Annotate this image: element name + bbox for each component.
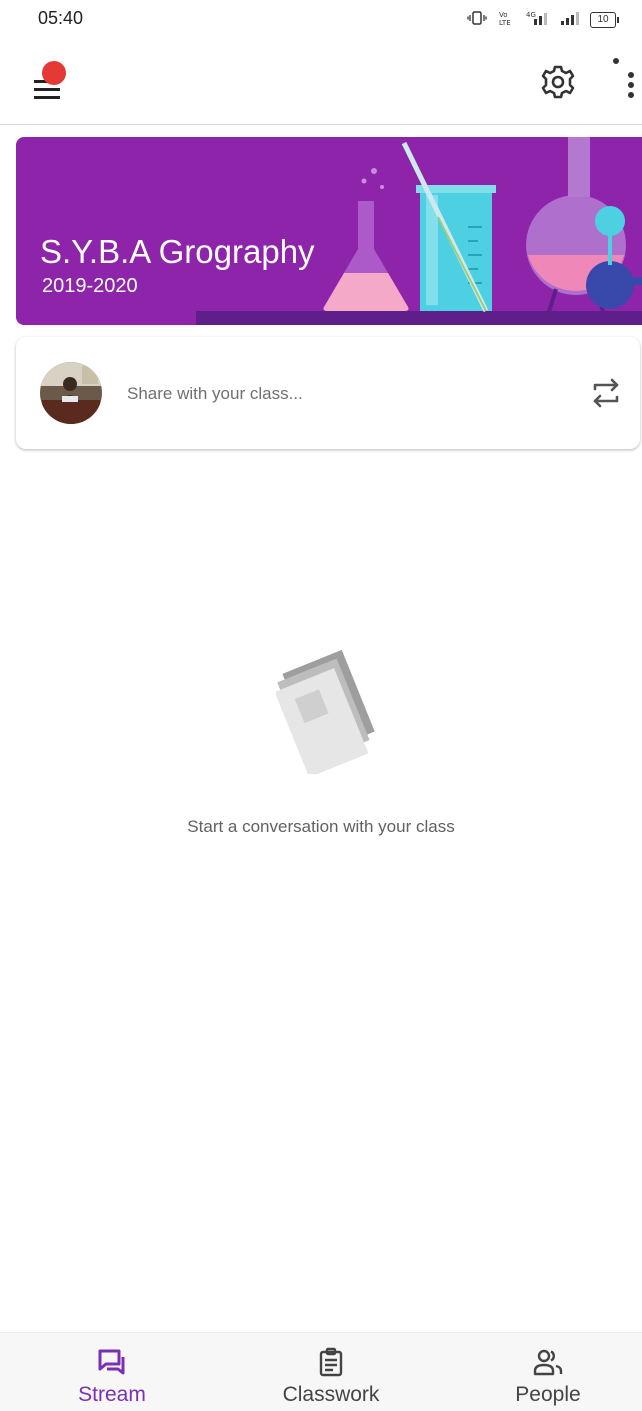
more-vert-icon (613, 58, 634, 98)
share-input[interactable]: Share with your class... (127, 384, 303, 404)
bottom-navigation: Stream Classwork People (0, 1332, 642, 1411)
stream-posts-illustration (276, 649, 375, 774)
gear-icon (541, 65, 575, 99)
vibrate-icon (466, 10, 488, 29)
more-options-button[interactable] (598, 58, 634, 106)
app-bar (0, 44, 642, 125)
stream-icon (98, 1349, 125, 1375)
settings-button[interactable] (534, 58, 582, 106)
class-section: 2019-2020 (42, 275, 138, 297)
volte-icon: Vo LTE (498, 10, 516, 29)
notification-dot (42, 61, 66, 85)
menu-button[interactable] (24, 58, 72, 106)
battery-icon: 10 (590, 11, 619, 28)
tab-stream-label: Stream (78, 1383, 146, 1406)
class-banner[interactable]: S.Y.B.A Grography 2019-2020 (16, 137, 642, 325)
svg-text:LTE: LTE (499, 19, 511, 26)
avatar (40, 362, 102, 424)
status-time: 05:40 (38, 8, 84, 28)
class-title: S.Y.B.A Grography (40, 233, 315, 270)
classwork-icon (319, 1347, 343, 1377)
svg-text:Vo: Vo (499, 11, 508, 19)
status-bar: 05:40 Vo LTE 4G 10 (0, 0, 642, 44)
tab-classwork-label: Classwork (282, 1383, 380, 1406)
4g-signal-icon: 4G (526, 10, 550, 29)
tab-people-label: People (515, 1383, 581, 1406)
repost-button[interactable] (586, 373, 626, 413)
repost-icon (593, 378, 619, 408)
signal-icon (560, 10, 580, 29)
tab-stream[interactable]: Stream (5, 1333, 219, 1411)
tab-classwork[interactable]: Classwork (224, 1333, 438, 1411)
empty-state-message: Start a conversation with your class (187, 817, 455, 836)
people-icon (533, 1349, 563, 1376)
tab-people[interactable]: People (441, 1333, 642, 1411)
status-icons: Vo LTE 4G 10 (466, 10, 619, 29)
share-card[interactable]: Share with your class... (16, 337, 640, 449)
svg-text:4G: 4G (526, 11, 536, 19)
